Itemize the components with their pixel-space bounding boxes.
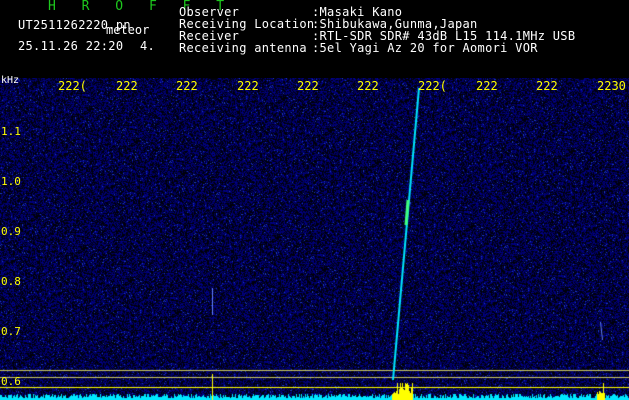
time-tick: 222 <box>297 79 319 93</box>
antenna-label: Receiving antenna <box>179 41 307 55</box>
freq-tick: 0.6 <box>1 375 21 388</box>
freq-tick: 1.0 <box>1 175 21 188</box>
spectrogram <box>0 78 629 400</box>
count: 4. <box>140 39 156 53</box>
time-tick: 2230 <box>597 79 626 93</box>
freq-tick: 0.9 <box>1 225 21 238</box>
antenna-value: :5el Yagi Az 20 for Aomori VOR <box>312 41 538 55</box>
freq-tick: 0.8 <box>1 275 21 288</box>
time-tick: 222 <box>116 79 138 93</box>
datetime: 25.11.26 22:20 <box>18 39 124 53</box>
freq-tick: 1.1 <box>1 125 21 138</box>
freq-unit-label: kHz <box>1 75 20 86</box>
event-type: meteor <box>106 23 150 37</box>
time-tick: 222( <box>58 79 87 93</box>
time-tick: 222 <box>176 79 198 93</box>
time-tick: 222 <box>237 79 259 93</box>
time-tick: 222( <box>418 79 447 93</box>
time-tick: 222 <box>476 79 498 93</box>
time-tick: 222 <box>536 79 558 93</box>
time-tick: 222 <box>357 79 379 93</box>
freq-tick: 0.7 <box>1 325 21 338</box>
